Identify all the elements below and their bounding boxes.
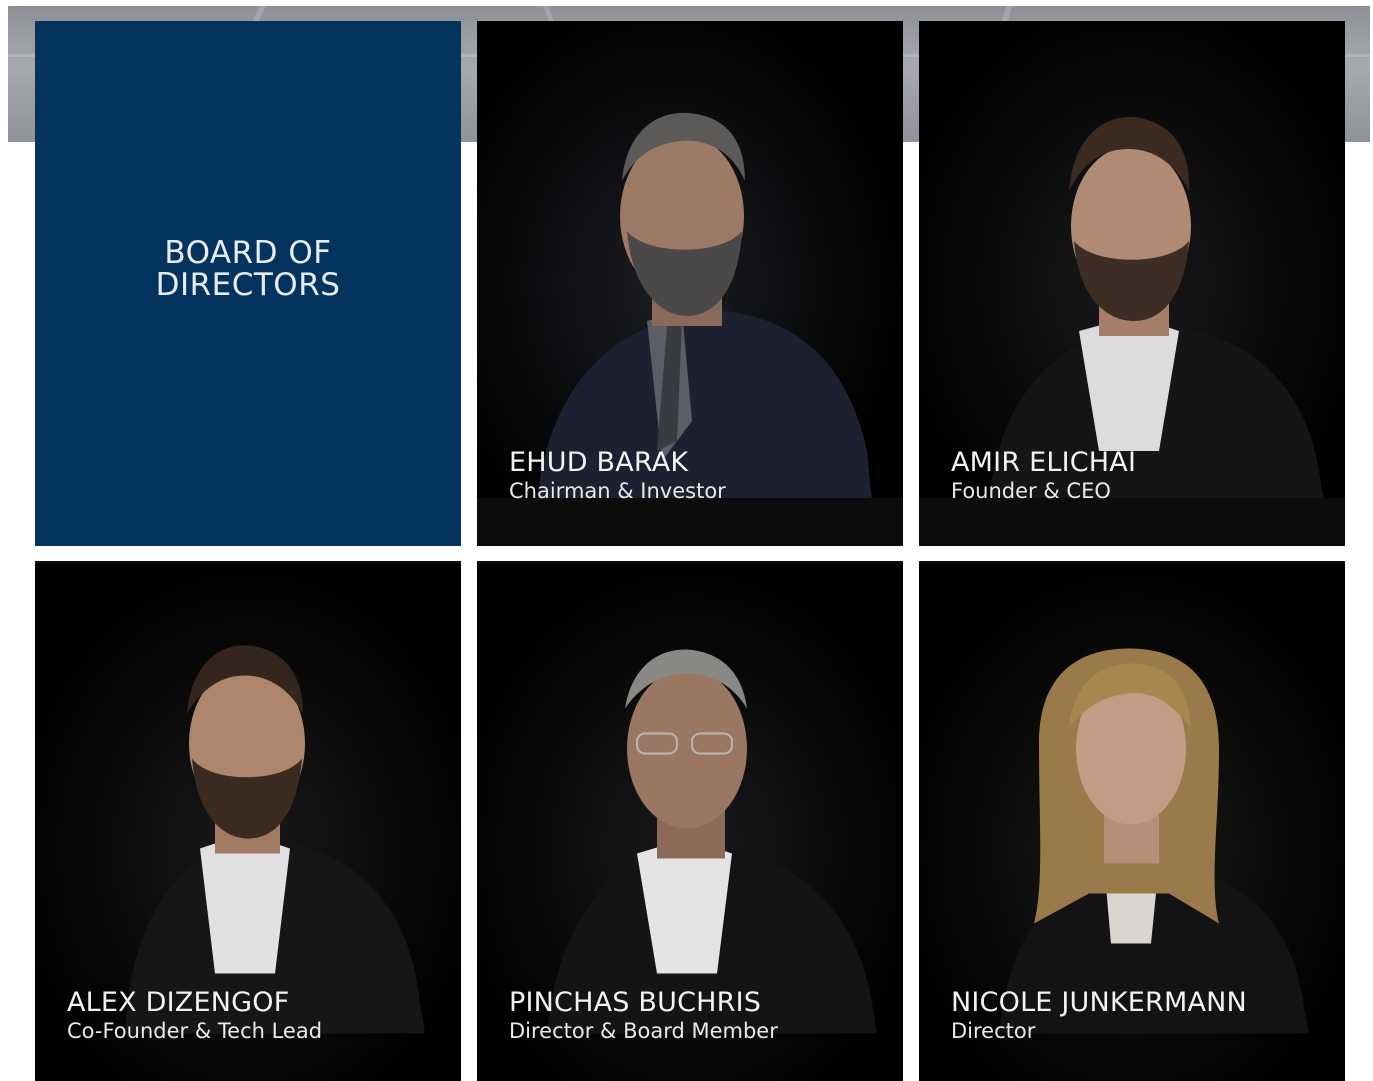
member-caption: ALEX DIZENGOF Co-Founder & Tech Lead <box>67 988 322 1044</box>
member-caption: EHUD BARAK Chairman & Investor <box>509 448 726 504</box>
member-card-alex-dizengof[interactable]: ALEX DIZENGOF Co-Founder & Tech Lead <box>35 561 461 1081</box>
board-page: BOARD OF DIRECTORS EHUD BARAK Chairman &… <box>0 0 1373 1081</box>
member-role: Chairman & Investor <box>509 479 726 503</box>
member-card-ehud-barak[interactable]: EHUD BARAK Chairman & Investor <box>477 21 903 546</box>
member-name: NICOLE JUNKERMANN <box>951 987 1247 1018</box>
member-caption: NICOLE JUNKERMANN Director <box>951 988 1247 1044</box>
board-title: BOARD OF DIRECTORS <box>155 234 341 303</box>
member-role: Director <box>951 1019 1036 1043</box>
board-title-tile: BOARD OF DIRECTORS <box>35 21 461 546</box>
member-name: EHUD BARAK <box>509 447 689 478</box>
member-caption: PINCHAS BUCHRIS Director & Board Member <box>509 988 778 1044</box>
member-role: Founder & CEO <box>951 479 1111 503</box>
board-grid: BOARD OF DIRECTORS EHUD BARAK Chairman &… <box>35 21 1345 1081</box>
member-name: PINCHAS BUCHRIS <box>509 987 762 1018</box>
member-name: ALEX DIZENGOF <box>67 987 290 1018</box>
member-card-pinchas-buchris[interactable]: PINCHAS BUCHRIS Director & Board Member <box>477 561 903 1081</box>
member-role: Director & Board Member <box>509 1019 778 1043</box>
member-card-nicole-junkermann[interactable]: NICOLE JUNKERMANN Director <box>919 561 1345 1081</box>
card-bottom-strip <box>919 498 1345 546</box>
member-card-amir-elichai[interactable]: AMIR ELICHAI Founder & CEO <box>919 21 1345 546</box>
card-bottom-strip <box>477 498 903 546</box>
member-caption: AMIR ELICHAI Founder & CEO <box>951 448 1136 504</box>
member-name: AMIR ELICHAI <box>951 447 1137 478</box>
member-role: Co-Founder & Tech Lead <box>67 1019 323 1043</box>
